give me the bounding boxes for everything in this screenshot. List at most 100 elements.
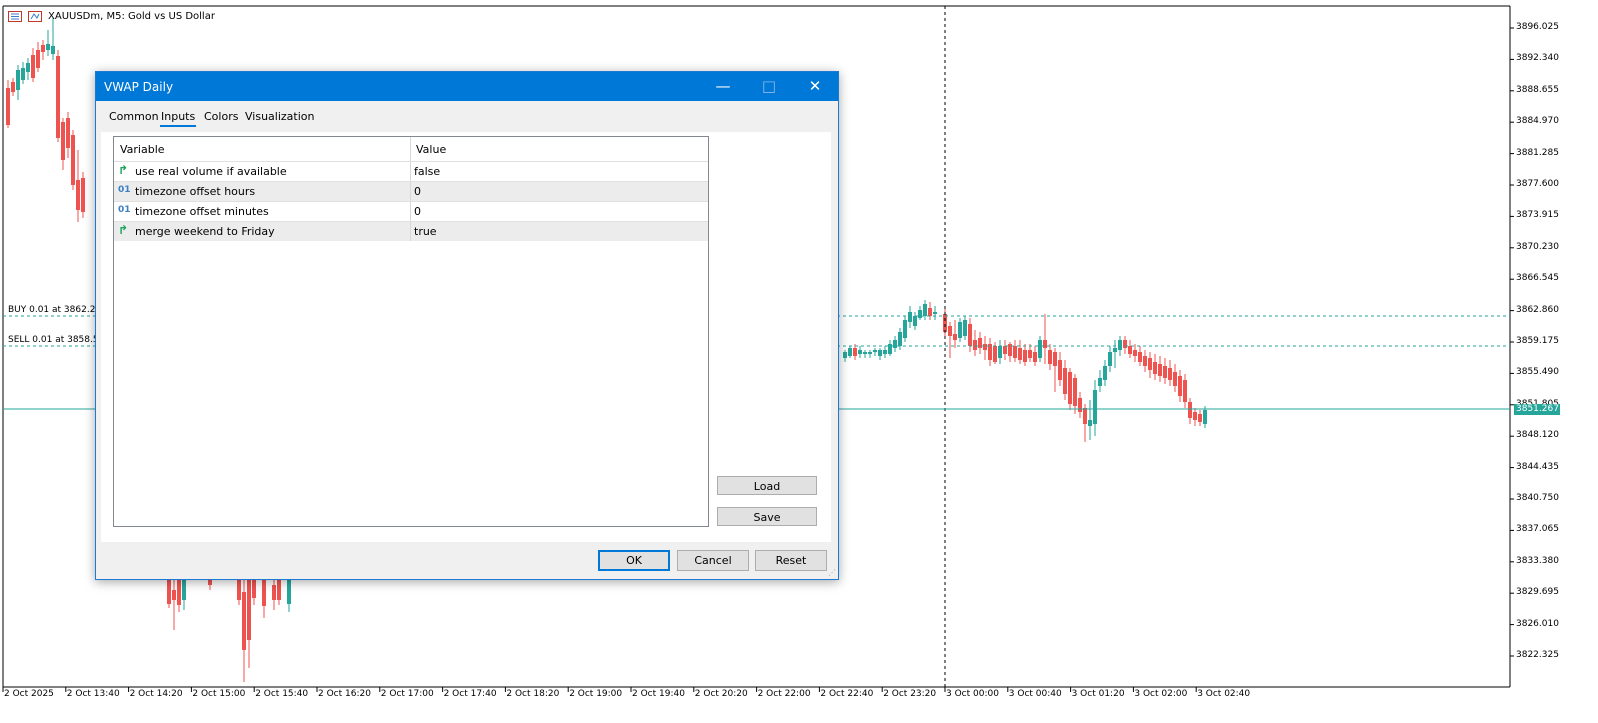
dialog-title: VWAP Daily [104,80,174,94]
close-button[interactable]: ✕ [792,72,838,101]
minimize-button[interactable]: — [700,72,746,101]
sell-trade-label: SELL 0.01 at 3858.54 [8,335,105,345]
candle-body [51,46,55,54]
table-row[interactable]: ↱ use real volume if available false [114,161,708,181]
candle-body [878,350,882,356]
time-tick-label: 3 Oct 00:40 [1008,689,1062,699]
candle-body [1043,340,1047,348]
cell-divider [410,222,411,241]
time-tick-label: 2 Oct 22:00 [757,689,811,699]
time-tick-label: 2 Oct 17:00 [380,689,434,699]
inputs-table[interactable]: Variable Value ↱ use real volume if avai… [113,136,709,527]
candle-body [1188,402,1192,418]
dialog-title-bar[interactable]: VWAP Daily — □ ✕ [96,72,838,101]
variable-value[interactable]: true [414,225,437,238]
candle-body [1183,380,1187,402]
resize-grip-icon[interactable]: ⋰ [828,569,836,577]
table-row[interactable]: ↱ merge weekend to Friday true [114,221,708,241]
time-tick-label: 3 Oct 01:20 [1071,689,1125,699]
reset-button[interactable]: Reset [755,550,827,571]
time-tick-label: 2 Oct 18:20 [506,689,560,699]
cell-divider [410,162,411,181]
variable-name: timezone offset hours [135,185,256,198]
candle-body [1078,398,1082,412]
candle-body [858,350,862,354]
time-tick-label: 2 Oct 23:20 [883,689,937,699]
candle-body [1023,350,1027,362]
indicator-icon[interactable] [28,11,42,22]
time-tick-label: 2 Oct 22:40 [820,689,874,699]
candle-body [1058,360,1062,380]
candle-body [928,308,932,316]
candle-body [1003,346,1007,354]
tab-inputs[interactable]: Inputs [160,110,197,127]
candle-body [1193,412,1197,420]
variable-value[interactable]: false [414,165,440,178]
maximize-icon: □ [761,77,777,95]
candle-body [853,348,857,356]
candle-body [1033,352,1037,362]
candle-body [41,45,45,52]
candle-body [172,590,176,600]
candle-body [21,68,25,80]
candle-body [1148,358,1152,370]
candle-body [983,344,987,350]
time-tick-label: 2 Oct 2025 [4,689,54,699]
column-divider[interactable] [410,137,411,161]
candle-body [272,585,276,600]
close-icon: ✕ [808,77,822,95]
candle-body [177,580,181,605]
time-tick-label: 2 Oct 13:40 [66,689,120,699]
price-tick-label: 3855.490 [1516,367,1559,378]
candle-body [31,55,35,78]
cancel-button[interactable]: Cancel [677,550,749,571]
maximize-button[interactable]: □ [746,72,792,101]
candle-body [1093,390,1097,424]
load-button[interactable]: Load [717,476,817,495]
candle-body [848,348,852,356]
variable-value[interactable]: 0 [414,185,421,198]
bool-icon: ↱ [118,223,129,237]
price-tick-label: 3844.435 [1516,461,1559,472]
table-row[interactable]: 01 timezone offset hours 0 [114,181,708,201]
tab-colors[interactable]: Colors [203,110,239,125]
save-button[interactable]: Save [717,507,817,526]
candle-body [1158,364,1162,376]
candle-body [843,352,847,358]
bool-icon: ↱ [118,163,129,177]
column-variable[interactable]: Variable [120,143,165,156]
candle-body [1143,356,1147,366]
ok-button[interactable]: OK [598,550,670,571]
candle-body [933,312,937,314]
candle-body [1153,362,1157,374]
price-tick-label: 3833.380 [1516,555,1559,566]
price-tick-label: 3892.340 [1516,53,1559,64]
candle-body [6,88,10,125]
candle-body [903,320,907,338]
candle-body [1088,420,1092,426]
vwap-properties-dialog[interactable]: VWAP Daily — □ ✕ Common Inputs Colors Vi… [95,71,839,580]
price-tick-label: 3873.915 [1516,210,1559,221]
candle-body [943,314,947,332]
candle-body [1133,350,1137,356]
candle-body [868,352,872,354]
candle-body [918,310,922,318]
price-tick-label: 3896.025 [1516,22,1559,32]
candle-body [923,304,927,316]
time-tick-label: 3 Oct 02:00 [1134,689,1188,699]
candle-body [1138,352,1142,362]
candle-body [1073,378,1077,406]
variable-value[interactable]: 0 [414,205,421,218]
table-row[interactable]: 01 timezone offset minutes 0 [114,201,708,221]
tab-common[interactable]: Common [108,110,160,125]
candle-body [26,63,30,72]
candle-body [898,332,902,346]
price-tick-label: 3848.120 [1516,430,1559,441]
column-value[interactable]: Value [416,143,446,156]
tab-visualization[interactable]: Visualization [244,110,315,125]
candle-body [16,70,20,90]
chart-list-icon[interactable] [8,11,22,22]
candle-body [1173,372,1177,386]
candle-body [242,592,246,650]
candle-body [893,340,897,348]
